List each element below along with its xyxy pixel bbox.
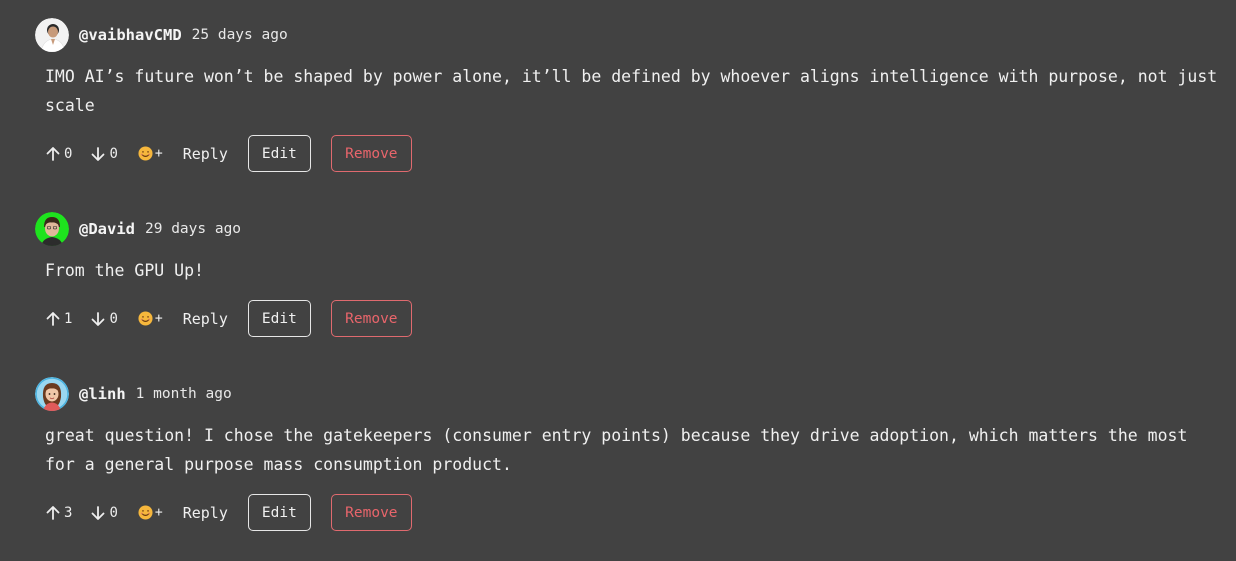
edit-button[interactable]: Edit <box>247 494 311 531</box>
edit-button[interactable]: Edit <box>247 300 311 337</box>
smiley-icon <box>138 505 153 520</box>
arrow-up-icon <box>46 146 60 161</box>
comment-actions: 1 0 + Reply Edit Remove <box>45 300 412 337</box>
comment-text: IMO AI’s future won’t be shaped by power… <box>45 67 1218 115</box>
arrow-down-icon <box>92 146 105 161</box>
timestamp: 1 month ago <box>135 386 232 402</box>
plus-icon: + <box>154 311 163 326</box>
comment-header: @vaibhavCMD 25 days ago <box>35 17 288 53</box>
timestamp: 29 days ago <box>145 221 242 237</box>
arrow-down-icon <box>92 505 105 520</box>
smiley-icon <box>138 311 153 326</box>
remove-button[interactable]: Remove <box>330 494 412 531</box>
upvote-button[interactable]: 3 <box>45 505 72 521</box>
arrow-up-icon <box>46 311 60 326</box>
add-reaction-button[interactable]: + <box>138 311 163 326</box>
smiley-icon <box>138 146 153 161</box>
reply-button[interactable]: Reply <box>183 145 228 163</box>
add-reaction-button[interactable]: + <box>138 505 163 520</box>
upvote-count: 1 <box>64 310 73 327</box>
upvote-count: 3 <box>64 504 73 521</box>
add-reaction-button[interactable]: + <box>138 146 163 161</box>
comment-actions: 3 0 + Reply Edit Remove <box>45 494 412 531</box>
downvote-count: 0 <box>109 145 118 162</box>
comment-header: @David 29 days ago <box>35 211 241 247</box>
upvote-button[interactable]: 1 <box>45 311 72 327</box>
downvote-count: 0 <box>109 310 118 327</box>
remove-button[interactable]: Remove <box>330 135 412 172</box>
downvote-count: 0 <box>109 504 118 521</box>
reply-button[interactable]: Reply <box>183 504 228 522</box>
avatar[interactable] <box>35 18 69 52</box>
upvote-count: 0 <box>64 145 73 162</box>
comment-text: great question! I chose the gatekeepers … <box>45 426 1188 474</box>
reply-button[interactable]: Reply <box>183 310 228 328</box>
remove-button[interactable]: Remove <box>330 300 412 337</box>
upvote-button[interactable]: 0 <box>45 146 72 162</box>
comment-text: From the GPU Up! <box>45 261 204 280</box>
downvote-button[interactable]: 0 <box>90 310 118 327</box>
avatar[interactable] <box>35 212 69 246</box>
plus-icon: + <box>154 505 163 520</box>
arrow-down-icon <box>92 311 105 326</box>
avatar[interactable] <box>35 377 69 411</box>
downvote-button[interactable]: 0 <box>90 145 118 162</box>
comment-actions: 0 0 + Reply Edit Remove <box>45 135 412 172</box>
username[interactable]: @vaibhavCMD <box>79 26 182 44</box>
comment-header: @linh 1 month ago <box>35 376 232 412</box>
arrow-up-icon <box>46 505 60 520</box>
edit-button[interactable]: Edit <box>247 135 311 172</box>
timestamp: 25 days ago <box>191 27 288 43</box>
username[interactable]: @linh <box>79 385 126 403</box>
plus-icon: + <box>154 146 163 161</box>
username[interactable]: @David <box>79 220 135 238</box>
downvote-button[interactable]: 0 <box>90 504 118 521</box>
